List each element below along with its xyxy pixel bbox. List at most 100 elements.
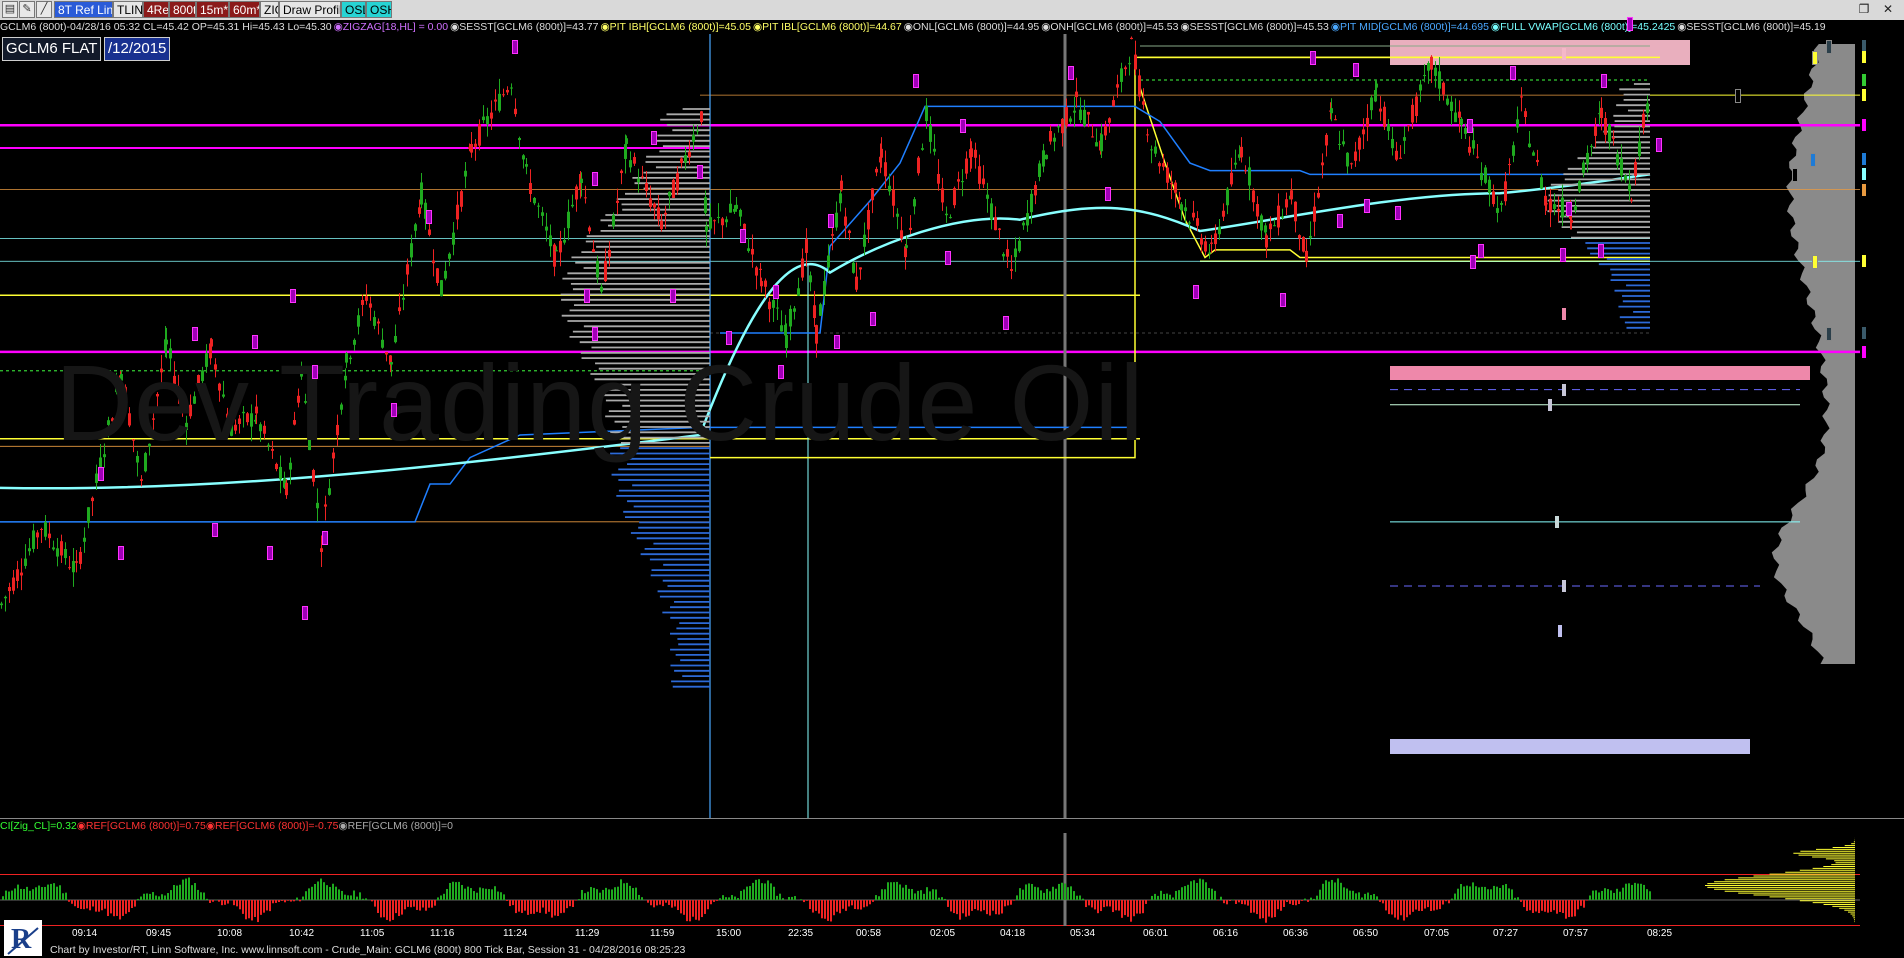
- price-axis-label: [1862, 73, 1866, 86]
- swing-high-label: [658, 134, 662, 146]
- swing-high-label: [528, 130, 532, 142]
- time-tick: 02:05: [930, 928, 956, 939]
- legend-item[interactable]: GCLM6 (800t)-04/28/16 05:32 CL=45.42 OP=…: [0, 21, 332, 33]
- toolbar-button-osl[interactable]: OSL: [341, 1, 366, 18]
- trendline-icon[interactable]: ╱: [36, 1, 52, 18]
- price-note: [688, 73, 692, 85]
- price-axis-label: [1862, 572, 1866, 584]
- time-tick: 06:16: [1213, 928, 1239, 939]
- price-axis-label: [1862, 345, 1866, 358]
- price-note: [832, 183, 836, 195]
- swing-high-label: [372, 277, 376, 289]
- time-tick: 10:08: [217, 928, 243, 939]
- time-tick: 11:59: [650, 928, 675, 939]
- swing-low-label: [1333, 177, 1337, 189]
- toolbar-button-tline[interactable]: TLINE: [113, 1, 143, 18]
- symbol-label[interactable]: GCLM6 FLAT: [2, 37, 102, 61]
- zigzag-label: [1337, 213, 1343, 228]
- price-axis-label: [1862, 40, 1866, 52]
- swing-high-label: [997, 28, 1001, 40]
- zigzag-label: [1598, 243, 1604, 258]
- oscillator-pane[interactable]: [0, 833, 1904, 926]
- legend-item[interactable]: ◉SESST[GCLM6 (800t)]=45.19: [1677, 21, 1825, 33]
- zigzag-label: [1105, 187, 1111, 202]
- swing-low-label: [218, 433, 222, 445]
- price-axis-label: [1862, 183, 1866, 196]
- legend-item[interactable]: ◉PIT MID[GCLM6 (800t)]=44.695: [1331, 21, 1489, 33]
- price-axis-label: [1862, 233, 1866, 245]
- swing-low-label: [1286, 267, 1290, 279]
- swing-high-label: [884, 130, 888, 142]
- close-icon[interactable]: ✕: [1876, 2, 1900, 16]
- zigzag-label: [322, 530, 328, 545]
- swing-high-label: [111, 425, 115, 437]
- reference-label: [1562, 383, 1566, 396]
- time-tick: 11:29: [575, 928, 600, 939]
- time-tick: 05:34: [1070, 928, 1096, 939]
- chart-icon[interactable]: ▤: [2, 1, 18, 18]
- toolbar-button-800t[interactable]: 800t: [169, 1, 196, 18]
- reference-label: [1548, 398, 1552, 411]
- toolbar-button-osh[interactable]: OSH: [366, 1, 392, 18]
- swing-high-label: [1188, 175, 1192, 187]
- level-tag-onl: [1826, 327, 1832, 341]
- legend-item[interactable]: ◉REF[GCLM6 (800t)]=0.75: [77, 820, 206, 832]
- legend-item[interactable]: ◉PIT IBH[GCLM6 (800t)]=45.05: [600, 21, 751, 33]
- swing-high-label: [164, 345, 168, 357]
- zigzag-label: [267, 546, 273, 561]
- time-tick: 07:05: [1424, 928, 1450, 939]
- swing-low-label: [392, 369, 396, 381]
- swing-low-label: [874, 256, 878, 268]
- swing-low-label: [1595, 196, 1599, 208]
- legend-item[interactable]: ◉SESST[GCLM6 (800t)]=43.77: [450, 21, 598, 33]
- legend-item[interactable]: ◉SESST[GCLM6 (800t)]=45.53: [1180, 21, 1328, 33]
- swing-low-label: [118, 490, 122, 502]
- swing-low-label: [1195, 260, 1199, 272]
- level-tag-pit-ibh: [1812, 51, 1818, 66]
- zigzag-label: [1353, 62, 1359, 77]
- window-controls: ❐ ✕: [1852, 2, 1900, 16]
- zigzag-label: [960, 119, 966, 134]
- price-axis-label: [1862, 648, 1866, 660]
- toolbar-button-8t-ref-line[interactable]: 8T Ref Line: [54, 1, 113, 18]
- zigzag-label: [834, 334, 840, 349]
- time-tick: 10:42: [289, 928, 315, 939]
- zigzag-label: [945, 251, 951, 266]
- swing-low-label: [1266, 256, 1270, 268]
- legend-item[interactable]: ◉ZIGZAG[18,HL] = 0.00: [334, 21, 449, 33]
- zigzag-label: [1566, 202, 1572, 217]
- legend-item[interactable]: ◉REF[GCLM6 (800t)]=0: [338, 820, 453, 832]
- legend-item[interactable]: ◉FULL VWAP[GCLM6 (800t)]=45.2425: [1491, 21, 1675, 33]
- zigzag-label: [740, 228, 746, 243]
- zigzag-label: [512, 40, 518, 54]
- legend-item[interactable]: ◉ONH[GCLM6 (800t)]=45.53: [1041, 21, 1178, 33]
- swing-low-label: [461, 252, 465, 264]
- legend-item[interactable]: CI[Zig_CL]=0.32: [0, 820, 77, 832]
- toolbar-button-draw-profile[interactable]: Draw Profile: [279, 1, 341, 18]
- toolbar-button-15m[interactable]: 15m*: [196, 1, 229, 18]
- time-tick: 09:14: [72, 928, 98, 939]
- price-axis-label: [1862, 153, 1866, 166]
- time-tick: 11:16: [430, 928, 455, 939]
- zigzag-label: [252, 334, 258, 349]
- zigzag-label: [697, 164, 703, 179]
- zigzag-label: [1068, 66, 1074, 81]
- restore-icon[interactable]: ❐: [1852, 2, 1876, 16]
- swing-low-label: [610, 301, 614, 313]
- toolbar-button-zig[interactable]: ZIG: [260, 1, 279, 18]
- zigzag-label: [778, 364, 784, 379]
- level-tag-last: [1735, 89, 1741, 104]
- swing-high-label: [512, 62, 516, 74]
- price-axis-label: [1862, 119, 1866, 132]
- time-tick: 15:00: [716, 928, 742, 939]
- toolbar-button-60m[interactable]: 60m*: [229, 1, 260, 18]
- legend-item[interactable]: ◉ONL[GCLM6 (800t)]=44.95: [904, 21, 1040, 33]
- legend-item[interactable]: ◉REF[GCLM6 (800t)]=-0.75: [206, 820, 339, 832]
- draw-icon[interactable]: ✎: [19, 1, 35, 18]
- reference-label: [1555, 515, 1559, 528]
- toolbar-button-4re[interactable]: 4Re: [143, 1, 169, 18]
- price-note: [714, 103, 718, 115]
- zigzag-label: [426, 209, 432, 224]
- swing-high-label: [1229, 70, 1233, 82]
- legend-item[interactable]: ◉PIT IBL[GCLM6 (800t)]=44.67: [753, 21, 902, 33]
